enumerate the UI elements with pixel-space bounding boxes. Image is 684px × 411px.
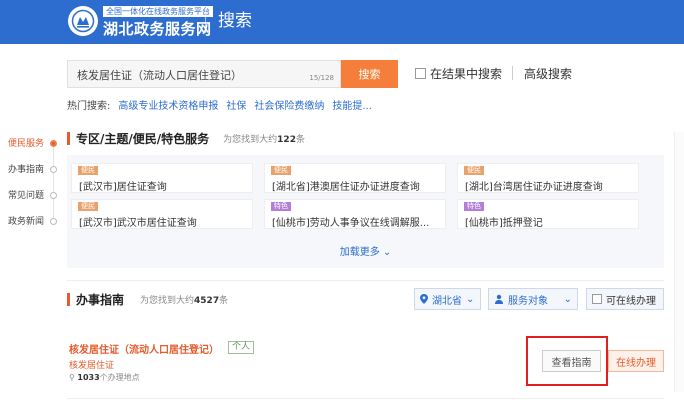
service-target-filter[interactable]: 服务对象 ⌄ (488, 288, 578, 310)
side-nav-item-convenience[interactable]: 便民服务 (8, 138, 60, 164)
section-divider (67, 280, 664, 281)
section-count: 为您找到大约4527条 (140, 295, 229, 306)
card-tag: 便民 (271, 166, 291, 175)
emblem-icon (71, 9, 95, 33)
search-in-results-checkbox[interactable] (415, 68, 426, 79)
brand-subtitle: 全国一体化在线政务服务平台 (103, 6, 213, 17)
site-logo[interactable] (68, 6, 98, 36)
page-title: 搜索 (218, 11, 252, 31)
load-more-button[interactable]: 加载更多 ⌄ (67, 243, 664, 258)
online-checkbox[interactable] (592, 294, 602, 304)
section-marker (67, 292, 70, 306)
special-cards: 便民 [武汉市]居住证查询 便民 [湖北省]港澳居住证办证进度查询 便民 [湖北… (67, 155, 664, 268)
region-filter[interactable]: 湖北省 ⌄ (414, 288, 481, 310)
online-filter[interactable]: 可在线办理 (586, 288, 664, 310)
card-tag: 特色 (464, 202, 484, 211)
section-marker (67, 131, 70, 145)
side-nav-dot (50, 218, 57, 225)
result-locations: ⚲ 1033个办理地点 (69, 372, 140, 383)
side-nav-label: 办事指南 (8, 165, 45, 175)
online-filter-label: 可在线办理 (606, 295, 656, 307)
chevron-down-icon: ⌄ (563, 293, 572, 305)
side-nav-label: 政务新闻 (8, 217, 45, 227)
result-divider (67, 398, 664, 399)
card-tag: 特色 (271, 202, 291, 211)
location-pin-icon (420, 294, 428, 304)
card-title: [武汉市]居住证查询 (79, 182, 167, 193)
hot-search-link[interactable]: 社会保险费缴纳 (254, 97, 324, 112)
side-nav-dot (50, 140, 57, 147)
search-button[interactable]: 搜索 (341, 60, 398, 88)
result-title[interactable]: 核发居住证（流动人口居住登记） (69, 341, 219, 356)
search-input[interactable]: 核发居住证（流动人口居住登记） 15/128 (67, 60, 341, 88)
service-card[interactable]: 便民 [武汉市]居住证查询 (71, 163, 253, 193)
view-guide-button[interactable]: 查看指南 (542, 350, 601, 372)
advanced-search-link[interactable]: 高级搜索 (524, 65, 572, 82)
card-title: [湖北省]港澳居住证办证进度查询 (272, 182, 420, 193)
side-nav-item-guide[interactable]: 办事指南 (8, 164, 60, 190)
hot-search-label: 热门搜索: (67, 101, 111, 112)
right-side-panel (674, 132, 684, 392)
card-tag: 便民 (78, 166, 98, 175)
service-card[interactable]: 便民 [湖北]台湾居住证办证进度查询 (457, 163, 639, 193)
side-nav-item-news[interactable]: 政务新闻 (8, 216, 60, 242)
online-apply-button[interactable]: 在线办理 (608, 350, 664, 372)
section-title: 办事指南 (76, 292, 125, 307)
service-card[interactable]: 特色 [仙桃市]抵押登记 (457, 199, 639, 229)
card-tag: 便民 (78, 202, 98, 211)
section-count: 为您找到大约122条 (223, 134, 305, 145)
side-nav-dot (50, 192, 57, 199)
side-nav-item-faq[interactable]: 常见问题 (8, 190, 60, 216)
side-nav-dot (50, 166, 57, 173)
location-count: 1033 (77, 373, 100, 382)
search-query: 核发居住证（流动人口居住登记） (77, 69, 242, 82)
card-title: [武汉市]武汉市居住证查询 (79, 218, 197, 229)
guide-section-header: 办事指南 为您找到大约4527条 (67, 291, 228, 307)
region-filter-label: 湖北省 (432, 295, 462, 307)
service-target-label: 服务对象 (508, 295, 548, 307)
person-icon (495, 294, 503, 304)
hot-search: 热门搜索: 高级专业技术资格申报 社保 社会保险费缴纳 技能提... (67, 97, 372, 112)
audience-badge: 个人 (228, 341, 255, 354)
section-title: 专区/主题/便民/特色服务 (76, 131, 210, 146)
card-tag: 便民 (464, 166, 484, 175)
location-pin-icon: ⚲ (69, 373, 75, 382)
brand-name: 湖北政务服务网 (103, 20, 212, 38)
service-card[interactable]: 便民 [武汉市]武汉市居住证查询 (71, 199, 253, 229)
header-divider (205, 9, 206, 33)
hot-search-link[interactable]: 技能提... (332, 97, 372, 112)
side-nav: 便民服务 办事指南 常见问题 政务新闻 (8, 138, 60, 242)
hot-search-link[interactable]: 社保 (226, 97, 246, 112)
service-card[interactable]: 特色 [仙桃市]劳动人事争议在线调解服... (264, 199, 446, 229)
hot-search-link[interactable]: 高级专业技术资格申报 (118, 97, 218, 112)
special-section-header: 专区/主题/便民/特色服务 为您找到大约122条 (67, 130, 305, 146)
search-divider (512, 66, 513, 80)
search-in-results-label[interactable]: 在结果中搜索 (430, 65, 502, 82)
card-title: [仙桃市]劳动人事争议在线调解服... (272, 218, 430, 229)
result-subtitle: 核发居住证 (69, 361, 115, 371)
card-title: [仙桃市]抵押登记 (465, 218, 543, 229)
card-title: [湖北]台湾居住证办证进度查询 (465, 182, 603, 193)
side-nav-label: 常见问题 (8, 191, 45, 201)
chevron-down-icon: ⌄ (466, 293, 475, 305)
search-char-count: 15/128 (309, 74, 334, 82)
location-suffix: 个办理地点 (99, 373, 140, 382)
top-header: 全国一体化在线政务服务平台 湖北政务服务网 搜索 (0, 0, 684, 44)
service-card[interactable]: 便民 [湖北省]港澳居住证办证进度查询 (264, 163, 446, 193)
side-nav-label: 便民服务 (8, 139, 45, 149)
